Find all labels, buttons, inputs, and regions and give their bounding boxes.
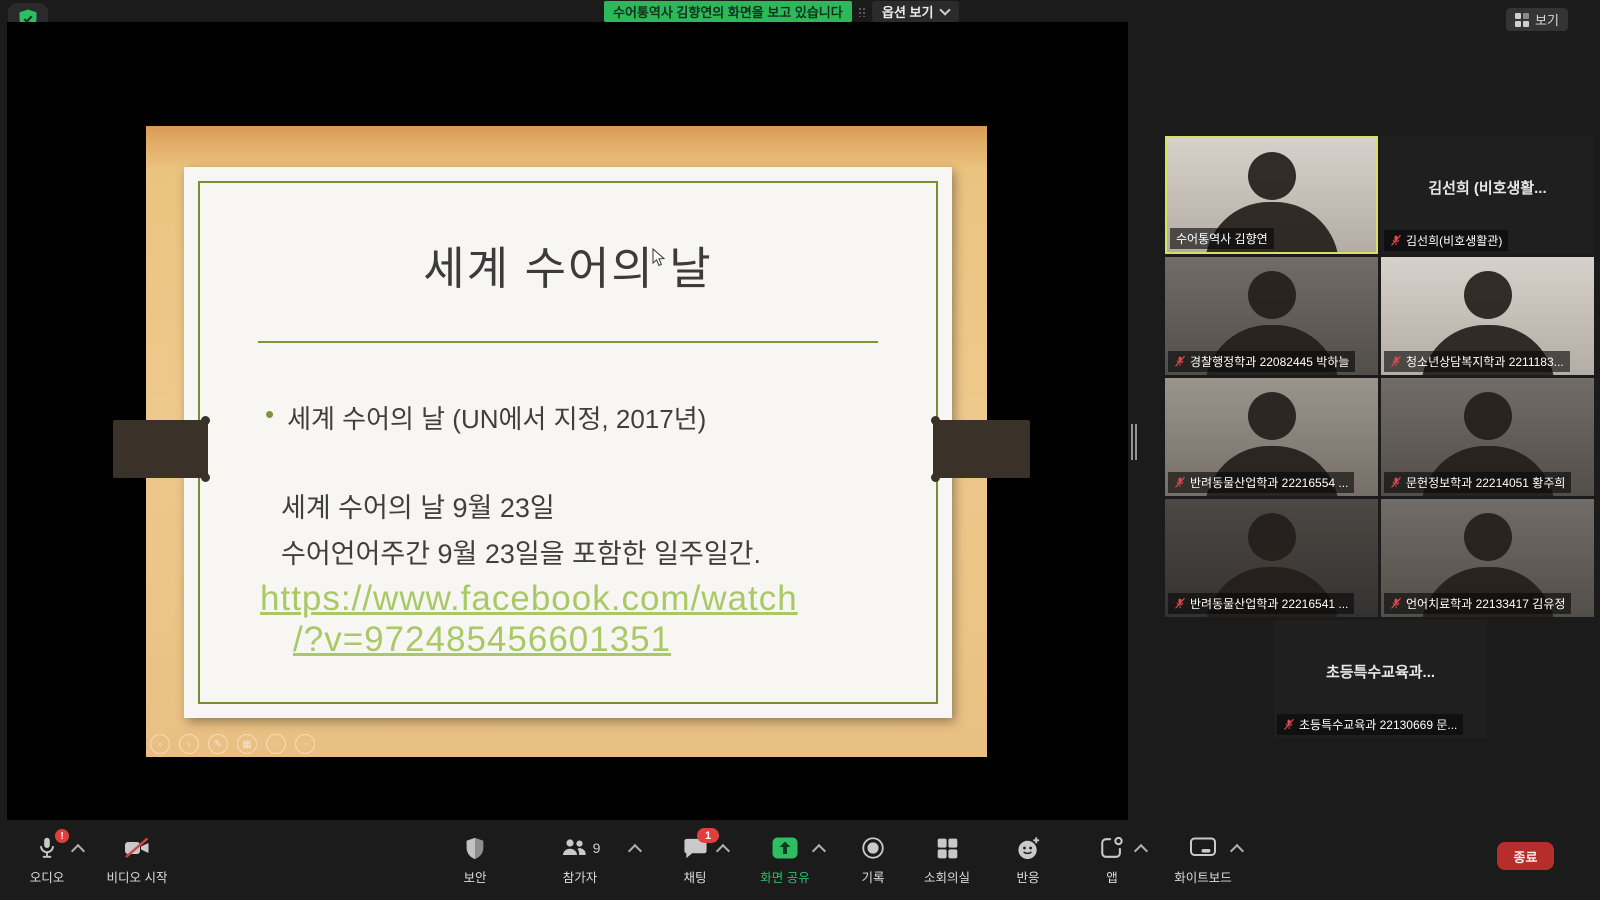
chat-button[interactable]: 1 채팅 (645, 832, 745, 886)
apps-icon (1099, 835, 1125, 861)
participant-name-tag: 김선희(비호생활관) (1384, 230, 1508, 251)
view-label: 보기 (1535, 10, 1559, 29)
participant-name-tag: 반려동물산업학과 22216541 ... (1168, 593, 1354, 614)
participant-name-tag: 언어치료학과 22133417 김유정 (1384, 593, 1571, 614)
participant-name: 언어치료학과 22133417 김유정 (1406, 595, 1565, 612)
banner-text: 수어통역사 김향연의 화면을 보고 있습니다 (613, 2, 843, 21)
participant-name: 경찰행정학과 22082445 박하늘 (1190, 353, 1349, 370)
whiteboard-label: 화이트보드 (1153, 867, 1253, 886)
participant-name: 반려동물산업학과 22216541 ... (1190, 595, 1348, 612)
reactions-smiley-icon (1015, 835, 1042, 862)
end-meeting-button[interactable]: 종료 (1497, 842, 1554, 870)
mouse-cursor (652, 248, 666, 267)
audio-button[interactable]: ! 오디오 (0, 832, 97, 886)
participant-tile[interactable]: 청소년상담복지학과 2211183... (1381, 257, 1594, 375)
mic-muted-icon (1390, 597, 1402, 610)
participant-name-tag: 반려동물산업학과 22216554 ... (1168, 472, 1354, 493)
participant-tile[interactable]: 언어치료학과 22133417 김유정 (1381, 499, 1594, 617)
security-label: 보안 (425, 867, 525, 886)
prev-slide-icon: ‹ (150, 734, 170, 754)
zoom-meeting-window: 수어통역사 김향연의 화면을 보고 있습니다 옵션 보기 보기 세계 수어의 날… (0, 0, 1600, 900)
screen-share-banner: 수어통역사 김향연의 화면을 보고 있습니다 (604, 1, 852, 22)
bullet-dot: • (265, 399, 274, 436)
participant-tile[interactable]: 반려동물산업학과 22216554 ... (1165, 378, 1378, 496)
whiteboard-button[interactable]: 화이트보드 (1153, 832, 1253, 886)
slide-body-line1: 세계 수어의 날 9월 23일 (281, 486, 555, 525)
mic-muted-icon (1174, 355, 1186, 368)
slide-divider-line (258, 341, 878, 343)
start-video-button[interactable]: 비디오 시작 (87, 832, 187, 886)
chat-label: 채팅 (645, 867, 745, 886)
camera-off-icon (123, 834, 151, 862)
slide-grid-icon: ▦ (237, 734, 257, 754)
audio-warning-badge: ! (55, 829, 69, 843)
apps-button[interactable]: 앱 (1062, 832, 1162, 886)
share-screen-label: 화면 공유 (735, 867, 835, 886)
participant-tile[interactable]: 수어통역사 김향연 (1165, 136, 1378, 254)
slide-ribbon-left (113, 420, 208, 478)
apps-label: 앱 (1062, 867, 1162, 886)
participant-display-name: 김선희 (비호생활... (1381, 136, 1594, 238)
slide-bullet-line: • 세계 수어의 날 (UN에서 지정, 2017년) (265, 399, 706, 436)
bullet-text: 세계 수어의 날 (UN에서 지정, 2017년) (287, 399, 706, 436)
mic-muted-icon (1390, 476, 1402, 489)
participant-name: 초등특수교육과 22130669 문... (1299, 716, 1457, 733)
participants-chevron-icon[interactable] (628, 844, 642, 858)
slide-link-line1: https://www.facebook.com/watch (260, 579, 798, 619)
participant-tile[interactable]: 반려동물산업학과 22216541 ... (1165, 499, 1378, 617)
drag-handle-icon[interactable] (858, 7, 867, 17)
start-video-label: 비디오 시작 (87, 867, 187, 886)
pen-icon: ✎ (208, 734, 228, 754)
chat-unread-badge: 1 (697, 828, 719, 843)
participant-name-tag: 경찰행정학과 22082445 박하늘 (1168, 351, 1355, 372)
view-button[interactable]: 보기 (1506, 8, 1568, 31)
participant-tile[interactable]: 경찰행정학과 22082445 박하늘 (1165, 257, 1378, 375)
chevron-down-icon (940, 4, 951, 15)
record-icon (860, 835, 886, 861)
slide-link-line2: /?v=972485456601351 (293, 620, 671, 660)
participant-tile[interactable]: 문헌정보학과 22214051 황주희 (1381, 378, 1594, 496)
participants-label: 참가자 (530, 867, 630, 886)
slide-title: 세계 수어의 날 (184, 232, 952, 297)
mic-muted-icon (1174, 476, 1186, 489)
participant-name: 김선희(비호생활관) (1406, 232, 1502, 249)
security-shield-icon (462, 835, 488, 862)
share-screen-icon (771, 836, 799, 860)
participant-name: 수어통역사 김향연 (1176, 230, 1268, 247)
view-options-button[interactable]: 옵션 보기 (872, 1, 959, 22)
whiteboard-icon (1189, 836, 1217, 860)
participant-name: 반려동물산업학과 22216554 ... (1190, 474, 1348, 491)
view-options-label: 옵션 보기 (882, 2, 933, 21)
participant-tile[interactable]: 김선희 (비호생활... 김선희(비호생활관) (1381, 136, 1594, 254)
grid-view-icon (1515, 13, 1529, 27)
participant-tile[interactable]: 초등특수교육과... 초등특수교육과 22130669 문... (1274, 620, 1487, 738)
more-options-icon: ⋯ (295, 734, 315, 754)
meeting-toolbar: ! 오디오 비디오 시작 보안 (0, 820, 1600, 900)
panel-resize-handle[interactable] (1131, 424, 1137, 460)
participant-name-tag: 초등특수교육과 22130669 문... (1277, 714, 1463, 735)
slide-body-line2: 수어언어주간 9월 23일을 포함한 일주일간. (281, 532, 761, 571)
participants-button[interactable]: 9 참가자 (530, 832, 630, 886)
presentation-nav-controls: ‹ › ✎ ▦ ◌ ⋯ (150, 734, 315, 754)
participant-name-tag: 청소년상담복지학과 2211183... (1384, 351, 1570, 372)
breakout-rooms-icon (935, 836, 960, 861)
audio-label: 오디오 (0, 867, 97, 886)
participant-display-name: 초등특수교육과... (1274, 620, 1487, 722)
mic-muted-icon (1174, 597, 1186, 610)
participant-name-tag: 문헌정보학과 22214051 황주희 (1384, 472, 1571, 493)
participant-name: 문헌정보학과 22214051 황주희 (1406, 474, 1565, 491)
slide-ribbon-right (933, 420, 1030, 478)
security-button[interactable]: 보안 (425, 832, 525, 886)
participants-icon (560, 835, 588, 861)
mic-muted-icon (1283, 718, 1295, 731)
mic-muted-icon (1390, 234, 1402, 247)
zoom-slide-icon: ◌ (266, 734, 286, 754)
participant-name-tag: 수어통역사 김향연 (1170, 228, 1274, 249)
mic-muted-icon (1390, 355, 1402, 368)
next-slide-icon: › (179, 734, 199, 754)
participant-name: 청소년상담복지학과 2211183... (1406, 353, 1564, 370)
participants-count: 9 (593, 840, 601, 856)
share-screen-button[interactable]: 화면 공유 (735, 832, 835, 886)
